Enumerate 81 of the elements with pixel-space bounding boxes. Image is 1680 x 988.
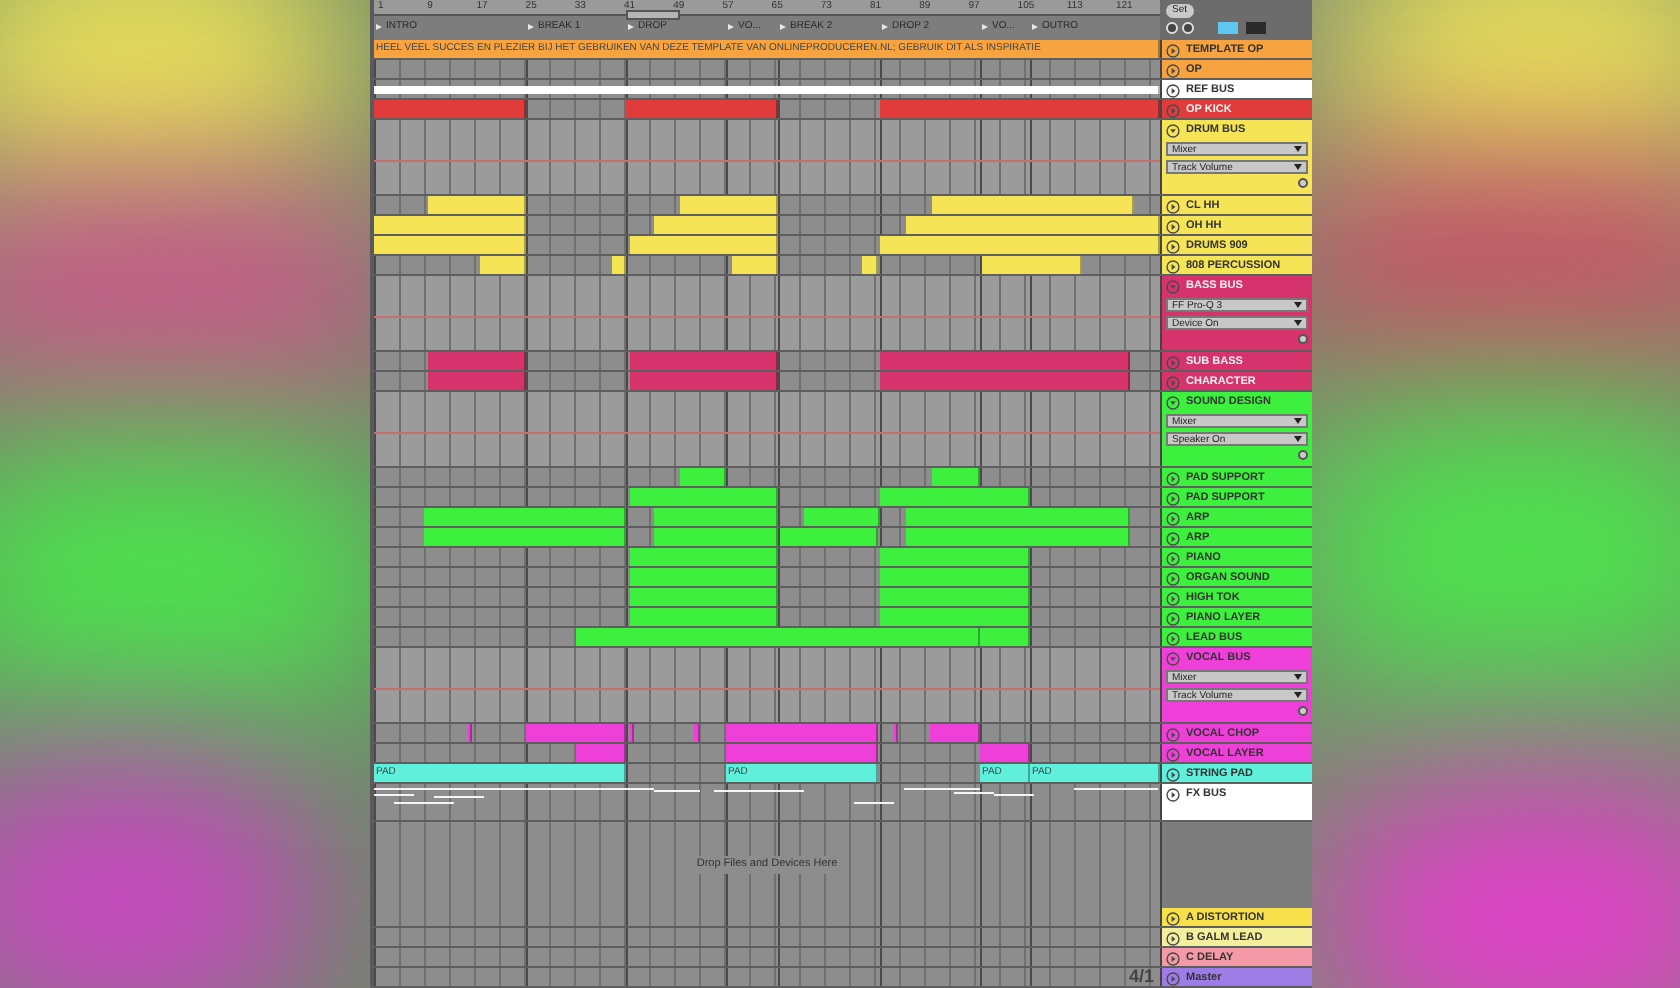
locator-marker-icon[interactable]: [728, 24, 734, 30]
view-toggle-button[interactable]: [1246, 22, 1266, 34]
dropdown-caret-icon: [1294, 164, 1302, 170]
clip[interactable]: [931, 468, 980, 486]
clip[interactable]: [906, 216, 1160, 234]
unfold-button[interactable]: [1298, 450, 1308, 460]
clip[interactable]: [879, 236, 1160, 254]
clip[interactable]: [629, 588, 778, 606]
clip[interactable]: [930, 724, 980, 742]
unfold-button[interactable]: [1298, 334, 1308, 344]
clip[interactable]: [374, 100, 526, 118]
clip[interactable]: [654, 508, 778, 526]
clip[interactable]: [879, 100, 1160, 118]
clip[interactable]: [629, 372, 778, 390]
clip[interactable]: [982, 256, 1082, 274]
clip[interactable]: [654, 216, 778, 234]
unfold-button[interactable]: [1298, 706, 1308, 716]
clip[interactable]: [576, 628, 980, 646]
clip[interactable]: [629, 608, 778, 626]
clip[interactable]: [428, 352, 526, 370]
clip[interactable]: [879, 608, 1030, 626]
clip[interactable]: [732, 256, 778, 274]
clip[interactable]: [629, 568, 778, 586]
locator-marker-icon[interactable]: [982, 24, 988, 30]
clip[interactable]: [906, 508, 1130, 526]
clip[interactable]: [480, 256, 526, 274]
dropdown-caret-icon: [1294, 320, 1302, 326]
clip[interactable]: [526, 724, 626, 742]
dropdown-caret-icon: [1294, 418, 1302, 424]
dropdown-caret-icon: [1294, 674, 1302, 680]
clip[interactable]: [428, 372, 526, 390]
clip[interactable]: [680, 468, 726, 486]
clip[interactable]: [654, 528, 778, 546]
clip[interactable]: [576, 744, 626, 762]
clip[interactable]: [726, 744, 878, 762]
dropdown-caret-icon: [1294, 436, 1302, 442]
clip[interactable]: [629, 724, 634, 742]
clip[interactable]: [629, 548, 778, 566]
locator-marker-icon[interactable]: [780, 24, 786, 30]
unfold-button[interactable]: [1298, 178, 1308, 188]
clip[interactable]: [879, 352, 1130, 370]
clip[interactable]: [980, 628, 1030, 646]
clip[interactable]: [931, 196, 1134, 214]
locator-marker-icon[interactable]: [1032, 24, 1038, 30]
clip[interactable]: [879, 548, 1030, 566]
dropdown-caret-icon: [1294, 146, 1302, 152]
clip[interactable]: [374, 216, 526, 234]
clip[interactable]: [980, 744, 1030, 762]
clip[interactable]: [626, 100, 778, 118]
clip[interactable]: [879, 372, 1130, 390]
loop-brace[interactable]: [626, 10, 680, 20]
clip[interactable]: [879, 588, 1030, 606]
fold-icon[interactable]: [1166, 395, 1180, 409]
clip[interactable]: [862, 256, 878, 274]
clip[interactable]: [629, 352, 778, 370]
clip[interactable]: [374, 236, 526, 254]
clip[interactable]: [629, 488, 778, 506]
clip[interactable]: [906, 528, 1130, 546]
zoom-readout: 4/1: [1128, 966, 1154, 986]
clip[interactable]: [804, 508, 880, 526]
track-activator-icon[interactable]: [1166, 787, 1180, 801]
clip[interactable]: [424, 508, 626, 526]
clip[interactable]: [629, 236, 778, 254]
dropdown-caret-icon: [1294, 302, 1302, 308]
clip[interactable]: [428, 196, 526, 214]
clip[interactable]: [726, 724, 878, 742]
clip[interactable]: [374, 86, 1160, 94]
locator-marker-icon[interactable]: [527, 24, 534, 30]
locator-marker-icon[interactable]: [375, 24, 382, 30]
clip[interactable]: [424, 528, 626, 546]
locator-marker-icon[interactable]: [882, 24, 888, 30]
draw-mode-button[interactable]: [1218, 22, 1238, 34]
clip[interactable]: [680, 196, 778, 214]
clip[interactable]: [612, 256, 626, 274]
locator-marker-icon[interactable]: [628, 24, 634, 30]
clip[interactable]: [879, 488, 1030, 506]
clip[interactable]: [879, 568, 1030, 586]
fold-icon[interactable]: [1166, 123, 1180, 137]
clip[interactable]: [780, 528, 878, 546]
dropdown-caret-icon: [1294, 692, 1302, 698]
clip[interactable]: [694, 724, 700, 742]
